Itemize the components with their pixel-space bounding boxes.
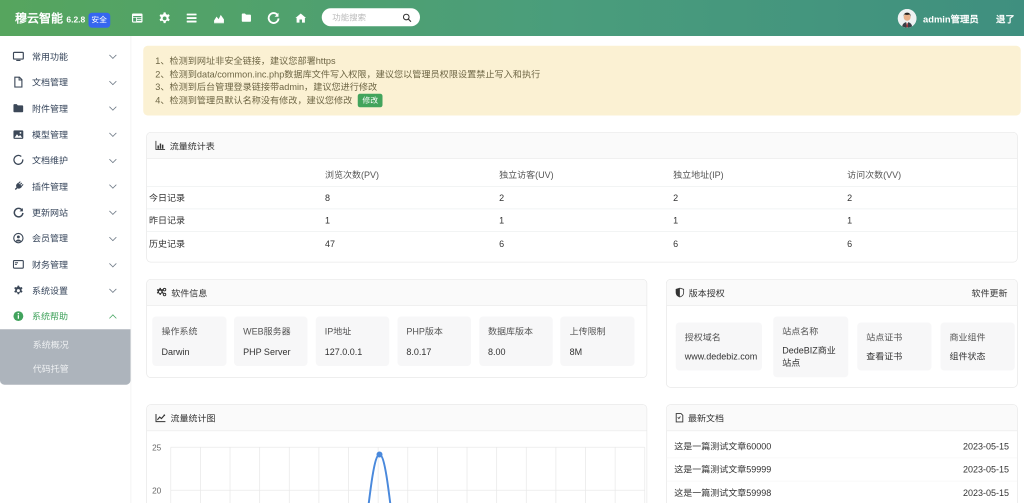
svg-text:20: 20: [152, 484, 162, 496]
svg-text:25: 25: [152, 441, 162, 453]
